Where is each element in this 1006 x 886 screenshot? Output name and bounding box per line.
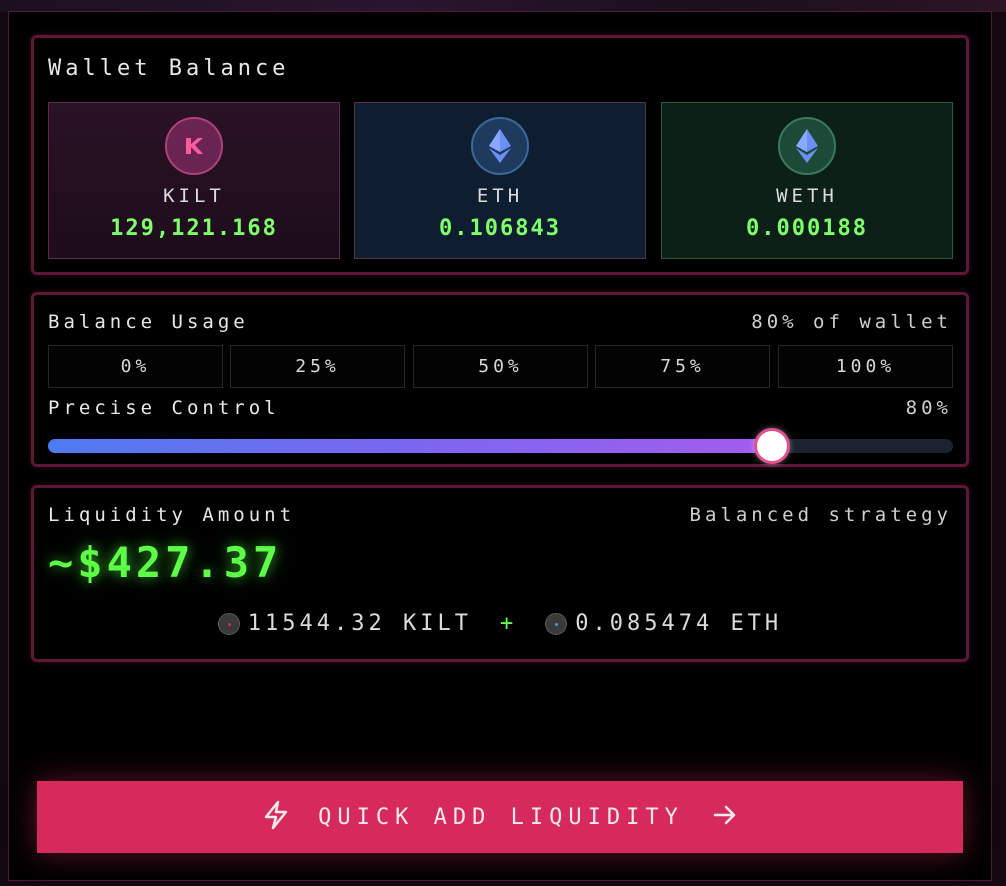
token-balance: 0.106843	[439, 216, 561, 241]
percent-button-50[interactable]: 50%	[413, 345, 588, 388]
slider-fill	[48, 439, 772, 453]
eth-mini-icon	[545, 612, 568, 635]
percent-button-100[interactable]: 100%	[778, 345, 953, 388]
balance-usage-card: Balance Usage 80% of wallet 0% 25% 50% 7…	[31, 292, 969, 467]
precise-control-value: 80%	[905, 397, 952, 419]
eth-icon	[471, 117, 529, 175]
lightning-icon	[262, 800, 290, 834]
liquidity-amount-card: Liquidity Amount Balanced strategy ~$427…	[31, 485, 969, 662]
kilt-amount: 11544.32 KILT	[247, 611, 472, 636]
balance-usage-title: Balance Usage	[48, 311, 249, 333]
token-card-eth: ETH 0.106843	[354, 102, 646, 259]
wallet-balance-card: Wallet Balance KILT 129,121.168 ETH 0.10…	[31, 35, 969, 275]
eth-amount: 0.085474 ETH	[575, 611, 783, 636]
token-card-weth: WETH 0.000188	[661, 102, 953, 259]
precise-control-label: Precise Control	[48, 397, 280, 419]
arrow-right-icon	[712, 804, 738, 830]
wallet-balance-title: Wallet Balance	[48, 56, 290, 81]
percent-button-25[interactable]: 25%	[230, 345, 405, 388]
percent-options: 0% 25% 50% 75% 100%	[48, 345, 953, 388]
token-symbol: WETH	[776, 185, 838, 207]
token-symbol: ETH	[476, 185, 524, 207]
strategy-label: Balanced strategy	[689, 504, 952, 526]
usage-summary: 80% of wallet	[751, 311, 952, 333]
quick-add-liquidity-label: QUICK ADD LIQUIDITY	[318, 804, 684, 830]
slider-thumb[interactable]	[754, 428, 790, 464]
quick-add-panel: Wallet Balance KILT 129,121.168 ETH 0.10…	[8, 11, 992, 881]
token-balance: 129,121.168	[110, 216, 278, 241]
plus-sign: +	[499, 611, 518, 636]
token-balances: KILT 129,121.168 ETH 0.106843 WETH 0.000…	[48, 102, 953, 259]
percent-button-0[interactable]: 0%	[48, 345, 223, 388]
token-symbol: KILT	[163, 185, 225, 207]
liquidity-usd-amount: ~$427.37	[48, 538, 283, 587]
liquidity-breakdown: 11544.32 KILT + 0.085474 ETH	[34, 611, 966, 636]
liquidity-amount-title: Liquidity Amount	[48, 504, 296, 526]
quick-add-liquidity-button[interactable]: QUICK ADD LIQUIDITY	[37, 781, 963, 853]
token-card-kilt: KILT 129,121.168	[48, 102, 340, 259]
token-balance: 0.000188	[746, 216, 868, 241]
usage-slider[interactable]	[48, 428, 953, 464]
weth-icon	[778, 117, 836, 175]
kilt-mini-icon	[217, 612, 240, 635]
percent-button-75[interactable]: 75%	[595, 345, 770, 388]
kilt-icon	[165, 117, 223, 175]
